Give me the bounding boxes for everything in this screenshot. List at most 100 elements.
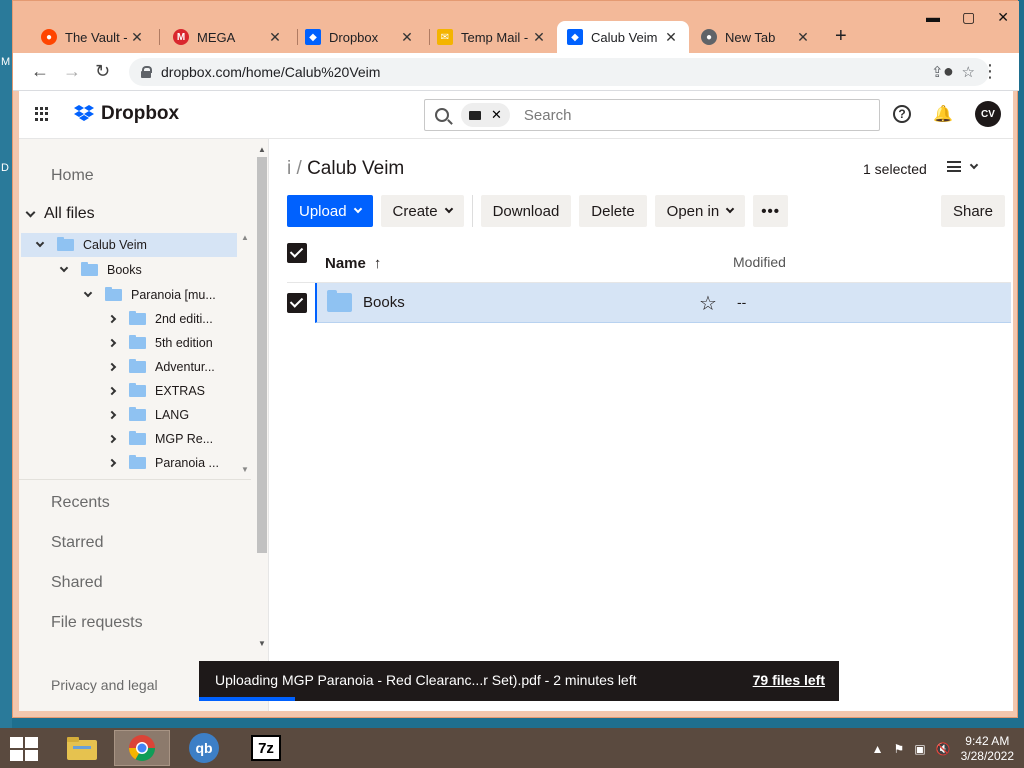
search-box[interactable]: ✕ Search xyxy=(424,99,880,131)
tree-item-2nd-edition[interactable]: 2nd editi... xyxy=(21,307,237,331)
row-checkbox[interactable] xyxy=(287,293,307,313)
sidebar-item-shared[interactable]: Shared xyxy=(51,574,103,592)
chevron-right-icon[interactable] xyxy=(107,338,117,348)
scroll-up-icon[interactable]: ▲ xyxy=(241,233,249,242)
chip-close-icon[interactable]: ✕ xyxy=(491,107,502,123)
maximize-icon[interactable]: ▢ xyxy=(962,9,975,26)
sidebar-item-file-requests[interactable]: File requests xyxy=(51,614,143,632)
tab-calub-veim[interactable]: ◆ Calub Veim ✕ xyxy=(557,21,689,53)
windows-start-icon[interactable] xyxy=(10,737,38,761)
flag-icon[interactable]: ⚑ xyxy=(894,742,905,756)
sidebar-item-starred[interactable]: Starred xyxy=(51,534,103,552)
chevron-down-icon[interactable] xyxy=(59,263,69,273)
clock-date: 3/28/2022 xyxy=(960,749,1014,763)
folder-icon xyxy=(129,431,146,445)
tab-mega[interactable]: M MEGA ✕ xyxy=(163,21,293,53)
network-icon[interactable]: ▣ xyxy=(914,742,925,756)
minimize-icon[interactable]: ▬ xyxy=(926,9,940,26)
scroll-down-icon[interactable]: ▼ xyxy=(258,639,266,648)
file-name[interactable]: Books xyxy=(363,294,405,311)
new-tab-button[interactable]: + xyxy=(835,25,847,48)
upload-toast: Uploading MGP Paranoia - Red Clearanc...… xyxy=(199,661,839,701)
search-folder-chip[interactable]: ✕ xyxy=(461,103,510,127)
tab-reddit[interactable]: ● The Vault - t ✕ xyxy=(31,21,155,53)
dropbox-logo[interactable]: Dropbox xyxy=(73,103,179,125)
tree-item-mgp[interactable]: MGP Re... xyxy=(21,427,237,451)
tab-temp-mail[interactable]: ✉ Temp Mail - ✕ xyxy=(427,21,557,53)
open-in-button[interactable]: Open in xyxy=(654,195,746,227)
more-options-button[interactable]: ••• xyxy=(753,195,788,227)
tree-item-5th-edition[interactable]: 5th edition xyxy=(21,331,237,355)
reload-icon[interactable]: ↻ xyxy=(95,61,110,82)
view-toggle[interactable] xyxy=(947,160,979,172)
scroll-up-icon[interactable]: ▲ xyxy=(258,145,266,154)
bell-icon[interactable]: 🔔 xyxy=(933,104,953,124)
tree-item-calub-veim[interactable]: Calub Veim xyxy=(21,233,237,257)
scrollbar-thumb[interactable] xyxy=(257,157,267,553)
close-icon[interactable]: ✕ xyxy=(531,29,547,46)
close-icon[interactable]: ✕ xyxy=(267,29,283,46)
bookmark-star-icon[interactable]: ☆ xyxy=(962,63,975,81)
close-icon[interactable]: ✕ xyxy=(663,29,679,46)
tree-item-lang[interactable]: LANG xyxy=(21,403,237,427)
forward-icon[interactable]: → xyxy=(63,61,81,82)
tree-item-paranoia[interactable]: Paranoia [mu... xyxy=(21,283,237,307)
app-grid-icon[interactable] xyxy=(35,107,49,121)
chevron-down-icon[interactable] xyxy=(35,238,45,248)
chevron-right-icon[interactable] xyxy=(107,410,117,420)
chevron-right-icon[interactable] xyxy=(107,386,117,396)
scroll-down-icon[interactable]: ▼ xyxy=(241,465,249,474)
download-button[interactable]: Download xyxy=(480,195,572,227)
menu-dots-icon[interactable]: ⋮ xyxy=(981,61,999,82)
close-icon[interactable]: ✕ xyxy=(795,29,811,46)
chevron-right-icon[interactable] xyxy=(107,458,117,468)
tab-new-tab[interactable]: ● New Tab ✕ xyxy=(691,21,821,53)
share-button[interactable]: Share xyxy=(940,195,1005,227)
column-header-name[interactable]: Name ↑ xyxy=(325,255,381,272)
file-explorer-icon[interactable] xyxy=(54,730,110,766)
share-page-icon[interactable]: ⇪ xyxy=(931,63,944,81)
sidebar-item-recents[interactable]: Recents xyxy=(51,494,110,512)
select-all-checkbox[interactable] xyxy=(287,243,307,263)
tree-item-paranoia-2[interactable]: Paranoia ... xyxy=(21,451,237,475)
chrome-icon[interactable] xyxy=(114,730,170,766)
upload-button[interactable]: Upload xyxy=(287,195,373,227)
sidebar-scrollbar[interactable]: ▲ ▼ xyxy=(257,145,267,709)
back-icon[interactable]: ← xyxy=(31,61,49,82)
privacy-link[interactable]: Privacy and legal xyxy=(51,677,158,693)
button-label: Share xyxy=(952,202,993,220)
avatar[interactable]: CV xyxy=(975,101,1001,127)
files-left-link[interactable]: 79 files left xyxy=(753,672,825,688)
column-header-modified[interactable]: Modified xyxy=(733,254,786,270)
chevron-right-icon[interactable] xyxy=(107,362,117,372)
chevron-down-icon[interactable] xyxy=(25,207,36,217)
tab-dropbox[interactable]: ◆ Dropbox ✕ xyxy=(295,21,425,53)
close-icon[interactable]: ✕ xyxy=(399,29,415,46)
tree-item-books[interactable]: Books xyxy=(21,258,237,282)
volume-muted-icon[interactable]: 🔇 xyxy=(936,742,951,756)
table-row[interactable]: Books ☆ -- xyxy=(315,283,1011,323)
create-button[interactable]: Create xyxy=(380,195,464,227)
qbittorrent-icon[interactable]: qb xyxy=(176,730,232,766)
help-icon[interactable]: ? xyxy=(893,105,912,123)
url-input[interactable]: dropbox.com/home/Calub%20Veim ⇪ ☆ xyxy=(129,58,989,86)
star-icon[interactable]: ☆ xyxy=(699,291,717,316)
tree-item-adventures[interactable]: Adventur... xyxy=(21,355,237,379)
chevron-right-icon[interactable] xyxy=(107,434,117,444)
delete-button[interactable]: Delete xyxy=(579,195,647,227)
chevron-right-icon[interactable] xyxy=(107,314,117,324)
sidebar-item-home[interactable]: Home xyxy=(51,167,94,185)
chevron-down-icon[interactable] xyxy=(83,288,93,298)
close-window-icon[interactable]: ✕ xyxy=(997,9,1009,26)
tray-expand-icon[interactable]: ▲ xyxy=(872,742,884,756)
sidebar-item-all-files[interactable]: All files xyxy=(25,205,95,223)
clock[interactable]: 9:42 AM 3/28/2022 xyxy=(961,734,1014,764)
tree-scrollbar[interactable]: ▲ ▼ xyxy=(241,233,249,477)
breadcrumb-root[interactable]: i xyxy=(287,158,291,179)
selection-count: 1 selected xyxy=(863,161,927,177)
tree-item-extras[interactable]: EXTRAS xyxy=(21,379,237,403)
7zip-icon[interactable]: 7z xyxy=(238,730,294,766)
search-input[interactable]: Search xyxy=(524,107,572,124)
close-icon[interactable]: ✕ xyxy=(129,29,145,46)
profile-icon[interactable]: ● xyxy=(943,61,954,82)
